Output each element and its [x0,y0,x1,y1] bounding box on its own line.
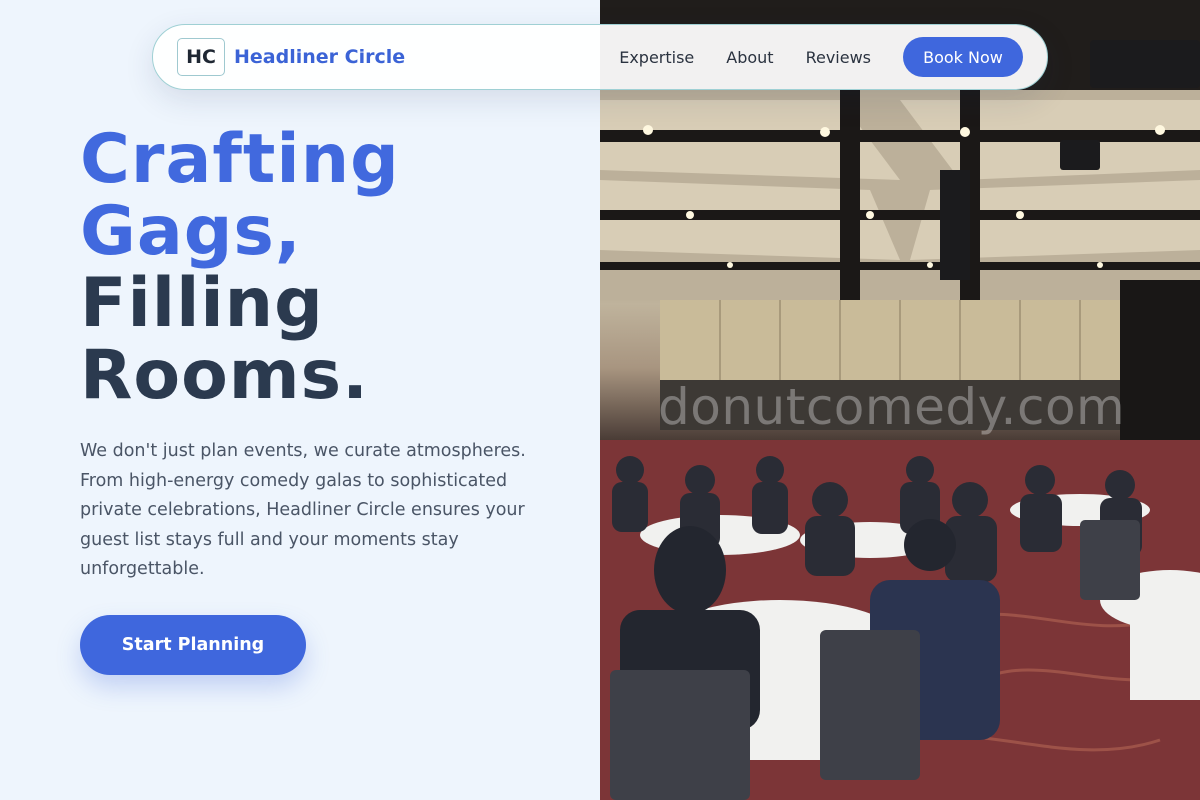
headline-line-1: Crafting [80,120,400,199]
nav-link-expertise[interactable]: Expertise [619,48,694,67]
nav-links: Expertise About Reviews Book Now [619,37,1023,77]
headline-line-2: Gags, [80,192,302,271]
brand-logo-mark[interactable]: HC [177,38,225,76]
nav-link-about[interactable]: About [726,48,773,67]
headline-line-4: Rooms. [80,336,369,415]
nav-link-reviews[interactable]: Reviews [806,48,871,67]
brand-name[interactable]: Headliner Circle [234,46,405,68]
hero-description: We don't just plan events, we curate atm… [80,441,526,579]
headline-line-3: Filling [80,264,324,343]
start-planning-button[interactable]: Start Planning [80,615,306,675]
top-navbar: HC Headliner Circle Expertise About Revi… [152,24,1048,90]
hero-headline: Crafting Gags, Filling Rooms. [80,124,400,412]
photo-watermark: donutcomedy.com [658,378,1126,436]
ballroom-event-photo: donutcomedy.com [600,0,1200,800]
brand[interactable]: HC Headliner Circle [177,38,405,76]
book-now-button[interactable]: Book Now [903,37,1023,77]
